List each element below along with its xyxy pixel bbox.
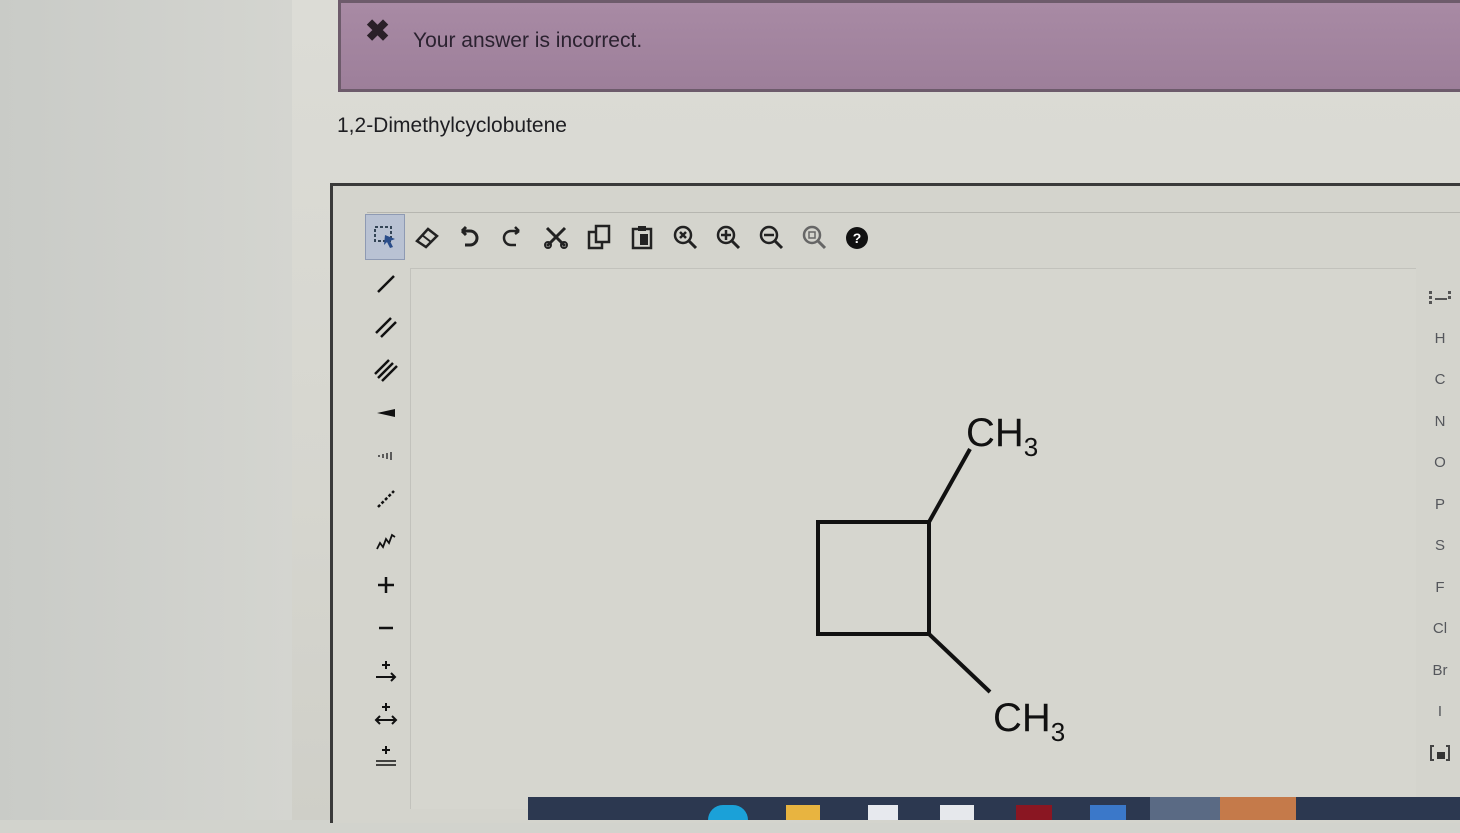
hash-bond-button[interactable] — [366, 434, 406, 477]
zoom-fit-button[interactable] — [792, 214, 835, 260]
atom-f-button[interactable]: F — [1420, 567, 1460, 609]
app-taskbar-icon[interactable] — [1016, 805, 1052, 820]
drawing-canvas[interactable]: CH3 CH3 — [410, 268, 1416, 809]
wavy-bond-icon — [376, 533, 396, 549]
redo-icon — [502, 226, 520, 247]
single-bond-button[interactable] — [366, 262, 406, 305]
atom-n-button[interactable]: N — [1420, 401, 1460, 443]
periodic-table-button[interactable] — [1420, 276, 1460, 318]
svg-text:?: ? — [852, 230, 861, 246]
select-icon — [374, 226, 395, 248]
dropbox-taskbar-icon[interactable] — [868, 805, 898, 820]
equilibrium-arrow-button[interactable] — [366, 692, 406, 735]
redo-button[interactable] — [491, 214, 534, 260]
paste-button[interactable] — [620, 214, 663, 260]
reaction-arrow-icon — [376, 660, 397, 682]
retro-arrow-button[interactable] — [366, 735, 406, 778]
select-tool-button[interactable] — [365, 214, 405, 260]
zoom-reset-icon — [673, 225, 697, 250]
bracket-icon — [1430, 745, 1450, 762]
zoom-reset-button[interactable] — [663, 214, 706, 260]
double-bond-button[interactable] — [366, 305, 406, 348]
os-taskbar — [528, 797, 1460, 820]
folder-taskbar-icon[interactable] — [786, 805, 820, 820]
wedge-bond-button[interactable] — [366, 391, 406, 434]
positive-charge-button[interactable] — [366, 563, 406, 606]
negative-charge-button[interactable] — [366, 606, 406, 649]
molecule-structure: CH3 CH3 — [816, 411, 1065, 747]
bottom-methyl-label[interactable]: CH3 — [993, 696, 1065, 747]
atom-i-button[interactable]: I — [1420, 691, 1460, 733]
top-methyl-bond[interactable] — [927, 448, 972, 523]
atom-p-button[interactable]: P — [1420, 484, 1460, 526]
alert-message: Your answer is incorrect. — [413, 29, 643, 52]
dashed-bond-icon — [377, 489, 395, 508]
editor-toolbar: ? — [365, 214, 878, 264]
question-title: 1,2-Dimethylcyclobutene — [337, 114, 567, 137]
zoom-in-icon — [716, 225, 740, 250]
atom-palette: H C N O P S F Cl Br I — [1420, 276, 1460, 774]
reaction-arrow-button[interactable] — [366, 649, 406, 692]
cyclobutene-ring[interactable] — [816, 520, 931, 636]
hash-bond-icon — [378, 451, 392, 460]
left-panel — [0, 0, 292, 820]
bracket-button[interactable] — [1420, 733, 1460, 775]
copy-button[interactable] — [577, 214, 620, 260]
positive-charge-icon — [378, 576, 394, 593]
bottom-methyl-bond[interactable] — [927, 632, 992, 694]
paste-icon — [631, 226, 652, 250]
window-taskbar-icon[interactable] — [1090, 805, 1126, 820]
atom-c-button[interactable]: C — [1420, 359, 1460, 401]
triple-bond-button[interactable] — [366, 348, 406, 391]
zoom-out-icon — [759, 225, 783, 250]
dashed-bond-button[interactable] — [366, 477, 406, 520]
atom-o-button[interactable]: O — [1420, 442, 1460, 484]
negative-charge-icon — [379, 626, 393, 629]
undo-button[interactable] — [448, 214, 491, 260]
wedge-bond-icon — [377, 408, 395, 417]
atom-br-button[interactable]: Br — [1420, 650, 1460, 692]
atom-cl-button[interactable]: Cl — [1420, 608, 1460, 650]
retro-arrow-icon — [376, 745, 396, 766]
help-button[interactable]: ? — [835, 214, 878, 260]
bond-toolbar — [366, 262, 406, 778]
atom-s-button[interactable]: S — [1420, 525, 1460, 567]
result-alert: ✖ Your answer is incorrect. — [338, 0, 1460, 92]
active-app-taskbar-icon[interactable] — [1220, 797, 1296, 820]
single-bond-icon — [377, 274, 395, 293]
undo-icon — [460, 225, 478, 247]
close-x-icon: ✖ — [365, 15, 391, 48]
browser-taskbar-icon[interactable] — [708, 805, 748, 820]
copy-icon — [587, 224, 610, 250]
triple-bond-icon — [374, 358, 398, 382]
wavy-bond-button[interactable] — [366, 520, 406, 563]
zoom-out-button[interactable] — [749, 214, 792, 260]
cut-icon — [543, 226, 568, 249]
top-methyl-label[interactable]: CH3 — [966, 411, 1038, 462]
periodic-table-icon — [1429, 290, 1451, 304]
help-icon: ? — [845, 227, 868, 249]
cut-button[interactable] — [534, 214, 577, 260]
zoom-in-button[interactable] — [706, 214, 749, 260]
store-taskbar-icon[interactable] — [940, 805, 974, 820]
erase-button[interactable] — [405, 214, 448, 260]
chrome-taskbar-icon[interactable] — [1150, 797, 1220, 820]
zoom-fit-icon — [802, 225, 826, 250]
equilibrium-arrow-icon — [374, 702, 398, 725]
double-bond-icon — [375, 316, 397, 338]
atom-h-button[interactable]: H — [1420, 318, 1460, 360]
erase-icon — [414, 227, 439, 249]
